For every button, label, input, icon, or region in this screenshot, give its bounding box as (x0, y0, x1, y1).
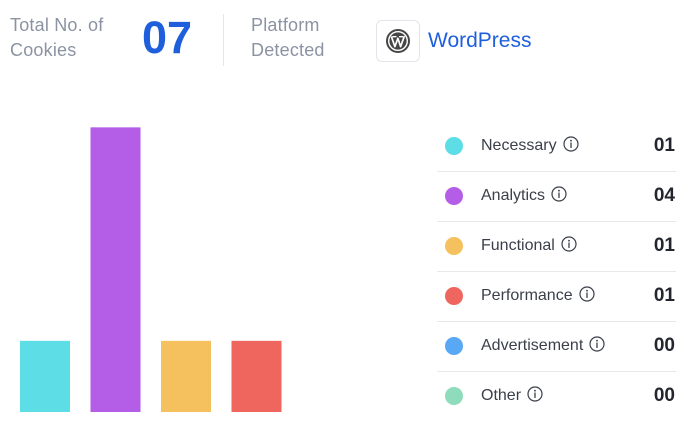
platform-detected-label: Platform Detected (251, 15, 325, 60)
legend-label-functional: Functional (481, 235, 577, 259)
legend-row-analytics: Analytics 04 (437, 172, 676, 222)
legend-row-necessary: Necessary 01 (437, 122, 676, 172)
legend-dot-necessary (445, 137, 463, 155)
legend-dot-other (445, 387, 463, 405)
legend-count-functional: 01 (653, 235, 675, 256)
legend-row-functional: Functional 01 (437, 222, 676, 272)
bar-functional (161, 340, 211, 412)
info-icon[interactable] (551, 186, 567, 209)
legend-label-necessary: Necessary (481, 135, 579, 159)
legend-label-text: Functional (481, 237, 555, 254)
legend-label-text: Analytics (481, 187, 546, 204)
platform-name: WordPress (428, 29, 532, 52)
legend-count-other: 00 (653, 385, 675, 406)
total-cookies-value: 07 (142, 12, 193, 63)
info-icon[interactable] (589, 336, 605, 359)
platform-logo-tile (376, 20, 420, 62)
legend-dot-performance (445, 287, 463, 305)
bar-performance (231, 340, 282, 412)
legend-label-analytics: Analytics (481, 185, 567, 209)
legend-row-other: Other 00 (437, 372, 676, 422)
wordpress-logo-icon (386, 29, 410, 53)
legend-label-text: Necessary (481, 137, 557, 154)
info-icon[interactable] (527, 386, 543, 409)
legend-dot-functional (445, 237, 463, 255)
legend-label-other: Other (481, 385, 543, 409)
info-icon[interactable] (562, 136, 579, 159)
info-icon[interactable] (578, 286, 595, 309)
info-icon[interactable] (561, 236, 577, 259)
legend-dot-advertisement (445, 337, 463, 355)
cookie-category-bar-chart (20, 127, 282, 412)
cookie-summary-header: Total No. of Cookies 07 Platform Detecte… (0, 0, 676, 80)
legend-count-necessary: 01 (653, 135, 675, 156)
legend-count-advertisement: 00 (653, 335, 675, 356)
legend-label-text: Advertisement (481, 337, 584, 354)
bar-analytics (90, 127, 141, 412)
bar-necessary (20, 340, 70, 412)
legend-label-advertisement: Advertisement (481, 335, 605, 359)
total-cookies-label: Total No. of Cookies (10, 15, 104, 60)
legend-row-advertisement: Advertisement 00 (437, 322, 676, 372)
legend-label-performance: Performance (481, 285, 595, 309)
legend-dot-analytics (445, 187, 463, 205)
legend-label-text: Performance (481, 287, 573, 304)
legend-row-performance: Performance 01 (437, 272, 676, 322)
header-divider (223, 14, 224, 66)
legend-count-performance: 01 (653, 285, 675, 306)
legend-label-text: Other (481, 387, 522, 404)
legend-count-analytics: 04 (653, 185, 675, 206)
